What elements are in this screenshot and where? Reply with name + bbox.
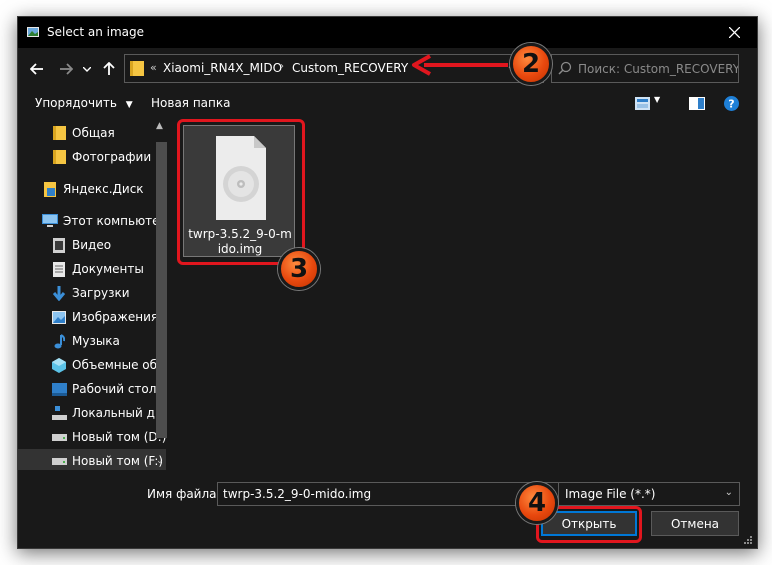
sidebar-item-music[interactable]: Музыка (18, 329, 166, 353)
sidebar-item-this-pc[interactable]: Этот компьютер (18, 209, 166, 233)
forward-button[interactable] (55, 58, 77, 80)
window-title: Select an image (47, 25, 144, 39)
svg-text:?: ? (728, 98, 734, 111)
overflow-chevrons[interactable]: « (150, 61, 157, 74)
forward-arrow-icon (60, 63, 73, 75)
navigation-pane: Общая Фотографии Яндекс.Диск Этот компью… (18, 118, 173, 470)
sidebar-item-yandex-disk[interactable]: Яндекс.Диск (18, 177, 166, 201)
music-icon (51, 333, 67, 349)
sidebar-item-label: Общая (72, 126, 115, 140)
documents-icon (51, 261, 67, 277)
step-badge-3: 3 (278, 248, 320, 290)
sidebar-item-label: Этот компьютер (63, 214, 166, 228)
file-type-select[interactable]: Image File (*.*) ⌄ (558, 482, 740, 506)
up-button[interactable] (98, 58, 120, 80)
sidebar-item-fotografii[interactable]: Фотографии (18, 145, 166, 169)
resize-grip-icon[interactable] (744, 536, 753, 545)
sidebar-item-drive-d[interactable]: Новый том (D:) (18, 425, 166, 449)
step-badge-4: 4 (516, 482, 558, 524)
file-item[interactable]: twrp-3.5.2_9-0-mido.img (183, 125, 295, 257)
breadcrumb-xiaomi[interactable]: Xiaomi_RN4X_MIDO (163, 61, 282, 75)
file-list: twrp-3.5.2_9-0-mido.img (174, 118, 758, 473)
sidebar-item-label: Видео (72, 238, 112, 252)
close-button[interactable] (711, 17, 757, 48)
file-open-dialog: Select an image « Xiaomi_RN4X_MIDO › Cus… (17, 16, 758, 549)
sidebar-item-label: Загрузки (72, 286, 130, 300)
chevron-down-icon (83, 66, 91, 72)
organize-label: Упорядочить (35, 96, 117, 110)
file-name: twrp-3.5.2_9-0-mido.img (188, 227, 292, 256)
pictures-icon (51, 309, 67, 325)
sidebar-item-label: Фотографии (72, 150, 152, 164)
sidebar-item-3d-objects[interactable]: Объемные объ (18, 353, 166, 377)
sidebar-item-downloads[interactable]: Загрузки (18, 281, 166, 305)
back-button[interactable] (26, 58, 48, 80)
organize-button[interactable]: Упорядочить ▼ (35, 96, 133, 110)
up-arrow-icon (103, 62, 115, 75)
breadcrumb-separator-icon[interactable]: › (280, 61, 284, 72)
filename-label: Имя файла: (147, 487, 221, 501)
sidebar-item-label: Новый том (F:) (72, 454, 164, 468)
close-icon (728, 27, 740, 38)
cancel-button[interactable]: Отмена (651, 511, 739, 536)
recent-locations-button[interactable] (80, 58, 94, 80)
yandex-disk-icon (42, 181, 58, 197)
sidebar-item-label: Рабочий стол (72, 382, 157, 396)
scroll-up-icon[interactable]: ▲ (156, 121, 163, 131)
sidebar-item-label: Новый том (D:) (72, 430, 166, 444)
sidebar-item-label: Локальный дис (72, 406, 166, 420)
title-bar: Select an image (18, 17, 757, 48)
computer-icon (42, 213, 58, 229)
app-icon (27, 27, 39, 37)
sidebar-item-label: Музыка (72, 334, 120, 348)
scroll-down-icon[interactable]: ⌄ (156, 456, 164, 466)
3d-objects-icon (51, 357, 67, 373)
sidebar-item-label: Изображения (72, 310, 159, 324)
folder-icon (51, 125, 67, 141)
sidebar-item-label: Документы (72, 262, 144, 276)
sidebar-item-drive-f[interactable]: Новый том (F:) (18, 449, 166, 470)
disc-image-file-icon (216, 136, 266, 220)
step-badge-2: 2 (510, 43, 552, 85)
search-box[interactable] (551, 54, 739, 83)
desktop-icon (51, 381, 67, 397)
back-arrow-icon (30, 63, 43, 75)
sidebar-item-desktop[interactable]: Рабочий стол (18, 377, 166, 401)
sidebar-item-local-disk[interactable]: Локальный дис (18, 401, 166, 425)
caret-down-icon: ▼ (125, 100, 133, 110)
preview-pane-icon[interactable] (689, 97, 705, 110)
scroll-thumb[interactable] (156, 142, 167, 438)
new-folder-button[interactable]: Новая папка (151, 96, 230, 110)
search-input[interactable] (578, 60, 738, 78)
sidebar-item-documents[interactable]: Документы (18, 257, 166, 281)
view-options-caret-icon[interactable]: ▼ (654, 95, 660, 104)
sidebar-item-video[interactable]: Видео (18, 233, 166, 257)
sidebar-scrollbar[interactable]: ▲ ⌄ (153, 118, 169, 470)
drive-icon (51, 453, 67, 469)
chevron-down-icon: ⌄ (724, 487, 733, 498)
local-disk-icon (51, 405, 67, 421)
search-icon (558, 61, 572, 75)
download-icon (51, 285, 67, 301)
folder-icon (51, 149, 67, 165)
annotation-arrow-icon (412, 54, 508, 76)
drive-icon (51, 429, 67, 445)
file-type-value: Image File (*.*) (565, 487, 656, 501)
view-options-icon[interactable] (635, 97, 650, 110)
video-icon (51, 237, 67, 253)
sidebar-item-label: Объемные объ (72, 358, 166, 372)
open-button[interactable]: Открыть (541, 511, 637, 536)
sidebar-item-label: Яндекс.Диск (63, 182, 144, 196)
sidebar-item-obshaya[interactable]: Общая (18, 121, 166, 145)
help-icon[interactable]: ? (724, 96, 739, 111)
breadcrumb-custom-recovery[interactable]: Custom_RECOVERY (292, 61, 408, 75)
folder-icon (130, 61, 144, 76)
sidebar-item-pictures[interactable]: Изображения (18, 305, 166, 329)
